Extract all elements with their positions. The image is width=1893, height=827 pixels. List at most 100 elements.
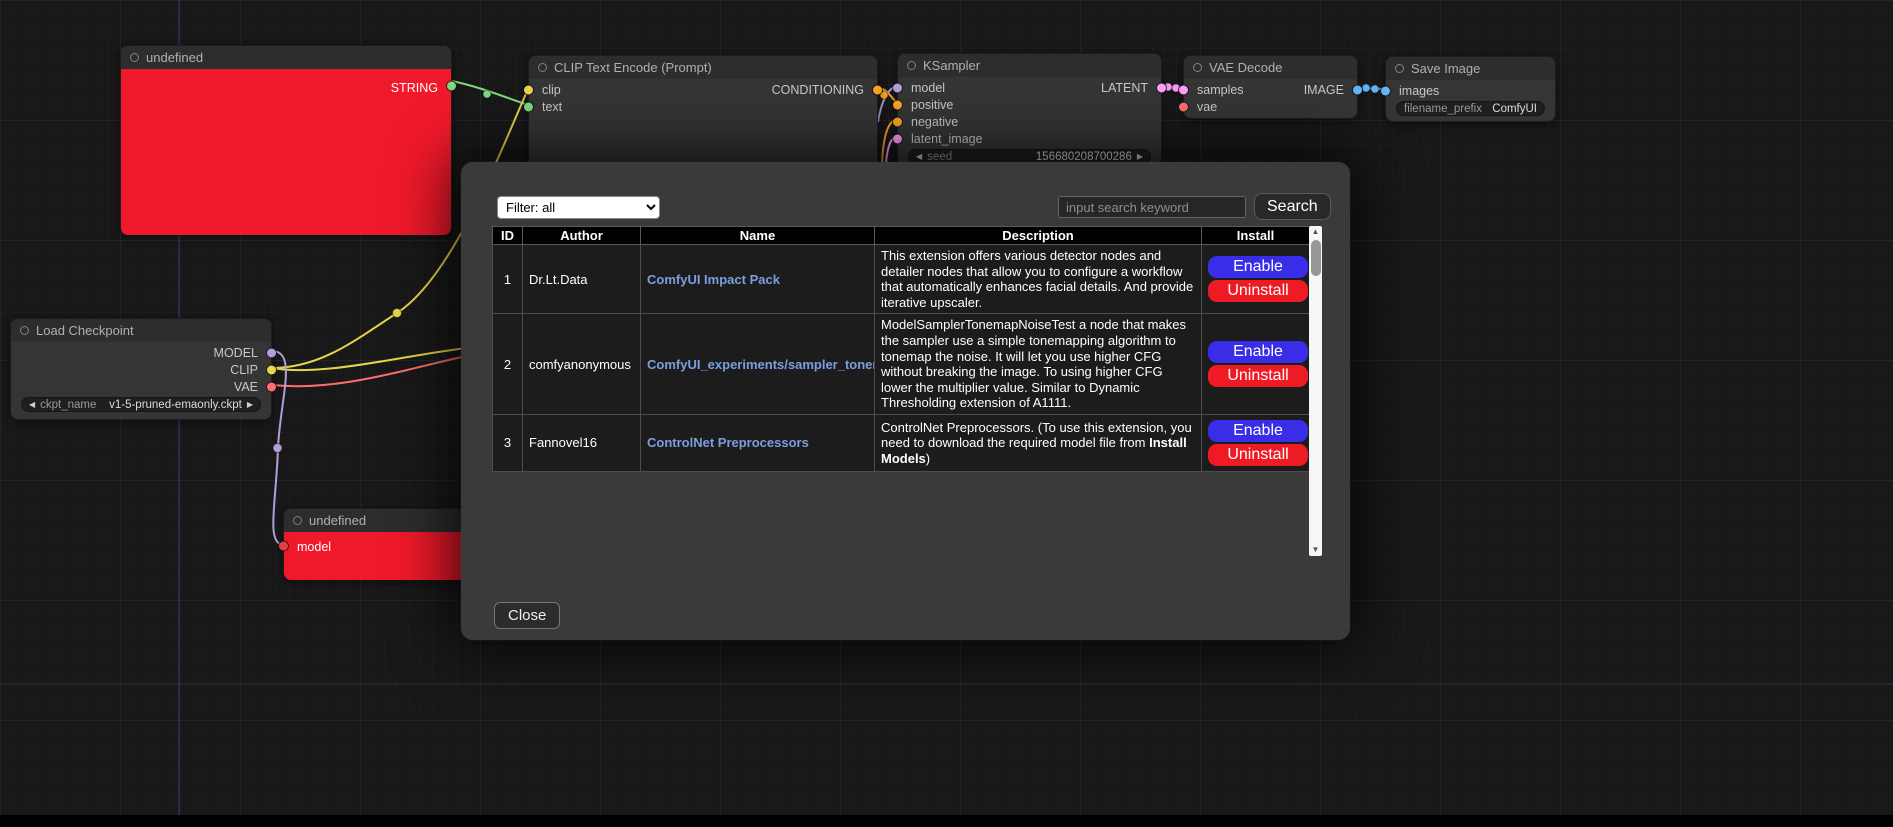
output-label: VAE	[234, 380, 271, 394]
output-label: CLIP	[230, 363, 271, 377]
clip-output-slot[interactable]	[267, 365, 276, 374]
node-save-image[interactable]: Save Image images filename_prefix ComfyU…	[1385, 56, 1556, 122]
extension-row: 1Dr.Lt.Data ComfyUI Impact Pack This exten…	[493, 245, 1310, 314]
col-header-author: Author	[523, 227, 641, 245]
node-string[interactable]: undefined STRING	[120, 45, 452, 235]
extension-link[interactable]: ComfyUI_experiments/sampler_tonemap	[647, 357, 875, 372]
node-title: KSampler	[923, 58, 980, 73]
close-button[interactable]: Close	[494, 602, 560, 629]
vae-input-slot[interactable]	[1179, 102, 1188, 111]
extension-description: ModelSamplerTonemapNoiseTest a node that…	[875, 314, 1202, 415]
samples-input-slot[interactable]	[1179, 85, 1188, 94]
extension-link[interactable]: ComfyUI Impact Pack	[647, 272, 780, 287]
extension-author: Fannovel16	[523, 414, 641, 471]
extension-row: 2comfyanonymous ComfyUI_experiments/sampl…	[493, 314, 1310, 415]
node-title: Load Checkpoint	[36, 323, 134, 338]
collapse-icon[interactable]	[20, 326, 29, 335]
col-header-name: Name	[641, 227, 875, 245]
clip-input-slot[interactable]	[524, 85, 533, 94]
collapse-icon[interactable]	[130, 53, 139, 62]
arrow-right-icon[interactable]: ▶	[247, 401, 253, 409]
search-input[interactable]	[1058, 196, 1246, 218]
enable-button[interactable]: Enable	[1208, 256, 1308, 278]
extension-description: This extension offers various detector n…	[875, 245, 1202, 314]
image-output-slot[interactable]	[1353, 85, 1362, 94]
extension-name-cell: ComfyUI_experiments/sampler_tonemap	[641, 314, 875, 415]
install-cell: EnableUninstall	[1202, 245, 1310, 314]
node-title: CLIP Text Encode (Prompt)	[554, 60, 712, 75]
arrow-right-icon[interactable]: ▶	[1137, 153, 1143, 161]
enable-button[interactable]: Enable	[1208, 341, 1308, 363]
node-title: undefined	[146, 50, 203, 65]
scrollbar[interactable]: ▲ ▼	[1309, 226, 1322, 556]
collapse-icon[interactable]	[1395, 64, 1404, 73]
node-title: undefined	[309, 513, 366, 528]
extension-id: 1	[493, 245, 523, 314]
positive-input-slot[interactable]	[893, 100, 902, 109]
extension-name-cell: ControlNet Preprocessors	[641, 414, 875, 471]
text-input-slot[interactable]	[524, 102, 533, 111]
collapse-icon[interactable]	[538, 63, 547, 72]
output-label: STRING	[391, 81, 451, 95]
extension-link[interactable]: ControlNet Preprocessors	[647, 435, 809, 450]
latent-image-input-slot[interactable]	[893, 134, 902, 143]
string-output-slot[interactable]	[447, 82, 456, 91]
output-label: CONDITIONING	[772, 83, 877, 97]
node-load-checkpoint[interactable]: Load Checkpoint MODEL CLIP VAE ◀ ckpt_na…	[10, 318, 272, 420]
manager-dialog: Filter: all Search ID Author Name Descri…	[461, 162, 1350, 640]
node-title: VAE Decode	[1209, 60, 1282, 75]
output-label: IMAGE	[1304, 83, 1357, 97]
extension-table: ID Author Name Description Install 1Dr.L…	[492, 226, 1310, 472]
node-vae-decode[interactable]: VAE Decode samples IMAGE vae	[1183, 55, 1358, 119]
filter-select[interactable]: Filter: all	[497, 196, 660, 219]
output-label: MODEL	[214, 346, 271, 360]
enable-button[interactable]: Enable	[1208, 420, 1308, 442]
extension-author: Dr.Lt.Data	[523, 245, 641, 314]
arrow-left-icon[interactable]: ◀	[916, 153, 922, 161]
filename-prefix-widget[interactable]: filename_prefix ComfyUI	[1396, 101, 1545, 116]
images-input-slot[interactable]	[1381, 86, 1390, 95]
extension-id: 3	[493, 414, 523, 471]
scrollbar-thumb[interactable]	[1311, 240, 1321, 276]
widget-value: v1-5-pruned-emaonly.ckpt	[109, 399, 242, 411]
table-header-row: ID Author Name Description Install	[493, 227, 1310, 245]
ckpt-name-widget[interactable]: ◀ ckpt_name v1-5-pruned-emaonly.ckpt ▶	[21, 397, 261, 412]
col-header-id: ID	[493, 227, 523, 245]
install-cell: EnableUninstall	[1202, 414, 1310, 471]
scroll-down-icon[interactable]: ▼	[1309, 546, 1322, 554]
node-ksampler[interactable]: KSampler model LATENT positive negative …	[897, 53, 1162, 167]
collapse-icon[interactable]	[1193, 63, 1202, 72]
uninstall-button[interactable]: Uninstall	[1208, 280, 1308, 302]
widget-label: ckpt_name	[40, 399, 96, 411]
negative-input-slot[interactable]	[893, 117, 902, 126]
collapse-icon[interactable]	[293, 516, 302, 525]
model-input-slot[interactable]	[893, 83, 902, 92]
widget-value: ComfyUI	[1492, 103, 1537, 115]
latent-output-slot[interactable]	[1157, 83, 1166, 92]
extension-name-cell: ComfyUI Impact Pack	[641, 245, 875, 314]
uninstall-button[interactable]: Uninstall	[1208, 365, 1308, 387]
widget-label: seed	[927, 151, 952, 163]
col-header-description: Description	[875, 227, 1202, 245]
collapse-icon[interactable]	[907, 61, 916, 70]
extension-author: comfyanonymous	[523, 314, 641, 415]
model-output-slot[interactable]	[267, 348, 276, 357]
widget-label: filename_prefix	[1404, 103, 1482, 115]
vae-output-slot[interactable]	[267, 382, 276, 391]
arrow-left-icon[interactable]: ◀	[29, 401, 35, 409]
conditioning-output-slot[interactable]	[873, 85, 882, 94]
node-title: Save Image	[1411, 61, 1480, 76]
install-cell: EnableUninstall	[1202, 314, 1310, 415]
uninstall-button[interactable]: Uninstall	[1208, 444, 1308, 466]
col-header-install: Install	[1202, 227, 1310, 245]
extension-description: ControlNet Preprocessors. (To use this e…	[875, 414, 1202, 471]
scroll-up-icon[interactable]: ▲	[1309, 228, 1322, 236]
output-label: LATENT	[1101, 81, 1161, 95]
model-input-slot[interactable]	[279, 542, 288, 551]
search-button[interactable]: Search	[1254, 193, 1331, 220]
extensions-tbody: 1Dr.Lt.Data ComfyUI Impact Pack This exten…	[493, 245, 1310, 472]
extension-id: 2	[493, 314, 523, 415]
extension-grid: ID Author Name Description Install 1Dr.L…	[492, 226, 1322, 556]
extension-row: 3Fannovel16 ControlNet Preprocessors Contr…	[493, 414, 1310, 471]
widget-value: 156680208700286	[1036, 151, 1132, 163]
